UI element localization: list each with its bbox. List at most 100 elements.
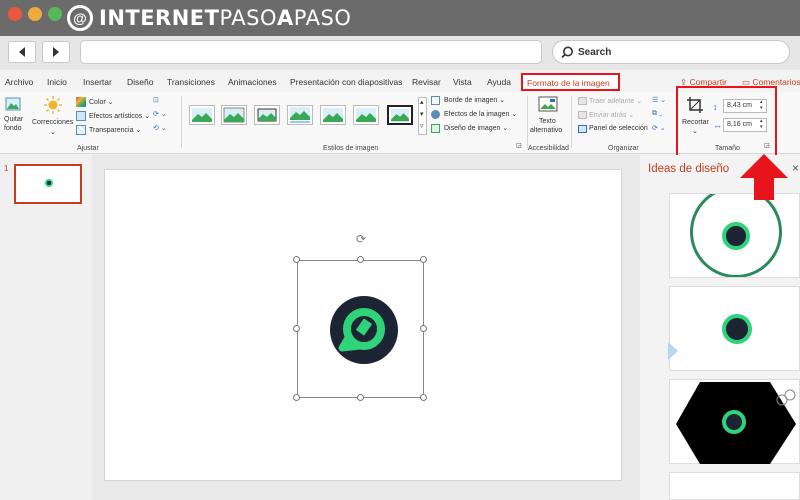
design-ideas-title: Ideas de diseño: [648, 163, 730, 175]
chevron-down-icon: ▾: [420, 111, 424, 118]
artistic-effects-button[interactable]: Efectos artísticos ⌄: [89, 112, 150, 120]
resize-handle[interactable]: [420, 394, 427, 401]
design-idea-1[interactable]: [669, 193, 800, 278]
resize-handle[interactable]: [420, 325, 427, 332]
remove-background-button[interactable]: [5, 96, 21, 112]
picture-layout-label: Diseño de imagen: [444, 125, 501, 132]
picture-style-1[interactable]: [189, 105, 215, 125]
browser-toolbar: Search: [0, 36, 800, 70]
compress-pictures-icon[interactable]: ⊡: [153, 96, 159, 104]
group-label-ajustar: Ajustar: [77, 145, 99, 152]
alt-text-button[interactable]: [538, 96, 558, 114]
picture-style-5[interactable]: [320, 105, 346, 125]
tab-formato-imagen[interactable]: Formato de la imagen: [521, 73, 620, 91]
logo-text-paso: PASO: [219, 6, 278, 30]
picture-effects-label: Efectos de la imagen: [444, 111, 510, 118]
selection-pane-button[interactable]: Panel de selección: [589, 125, 648, 132]
picture-style-4[interactable]: [287, 105, 313, 125]
picture-effects-icon: [431, 110, 440, 119]
tab-diseno[interactable]: Diseño: [127, 77, 153, 87]
slide-canvas[interactable]: ⟳: [104, 169, 622, 481]
design-idea-3[interactable]: [669, 379, 800, 464]
dialog-launcher-icon[interactable]: ◲: [516, 142, 522, 149]
tab-revisar[interactable]: Revisar: [412, 77, 441, 87]
transparency-button[interactable]: Transparencia ⌄: [89, 126, 141, 134]
group-objects-icon[interactable]: ⧉ ⌄: [652, 110, 662, 118]
logo-text-internet: INTERNET: [99, 6, 220, 30]
rotate-handle-icon[interactable]: ⟳: [354, 232, 368, 246]
minimize-window-button[interactable]: [28, 7, 42, 21]
selection-pane-icon: [578, 125, 587, 133]
close-window-button[interactable]: [8, 7, 22, 21]
styles-gallery-scroll[interactable]: ▴ ▾ ▿: [418, 97, 427, 135]
picture-layout-button[interactable]: Diseño de imagen ⌄: [444, 124, 508, 132]
picture-effects-button[interactable]: Efectos de la imagen ⌄: [444, 110, 517, 118]
slide-editor: ⟳: [92, 155, 640, 500]
tab-presentacion[interactable]: Presentación con diapositivas: [290, 77, 402, 87]
tab-inicio[interactable]: Inicio: [47, 77, 67, 87]
resize-handle[interactable]: [357, 394, 364, 401]
idea-logo-icon: [722, 222, 750, 250]
resize-handle[interactable]: [420, 256, 427, 263]
maximize-window-button[interactable]: [48, 7, 62, 21]
send-backward-button[interactable]: Enviar atrás ⌄: [589, 111, 634, 119]
corrections-button[interactable]: [43, 95, 63, 115]
picture-border-label: Borde de imagen: [444, 97, 498, 104]
bring-forward-button[interactable]: Traer adelante ⌄: [589, 97, 642, 105]
highlight-box: [676, 86, 777, 158]
address-bar[interactable]: [80, 40, 542, 64]
arrow-left-icon: [19, 47, 25, 57]
selected-picture[interactable]: [297, 260, 424, 398]
tab-archivo[interactable]: Archivo: [5, 77, 33, 87]
artistic-effects-icon: [76, 111, 86, 121]
resize-handle[interactable]: [293, 394, 300, 401]
rotate-icon[interactable]: ⟳ ⌄: [652, 124, 666, 132]
tab-insertar[interactable]: Insertar: [83, 77, 112, 87]
logo-icon: @: [67, 5, 93, 31]
remove-bg-label-2: fondo: [4, 125, 22, 132]
picture-style-7[interactable]: [387, 105, 413, 125]
picture-style-3[interactable]: [254, 105, 280, 125]
tab-transiciones[interactable]: Transiciones: [167, 77, 215, 87]
tab-animaciones[interactable]: Animaciones: [228, 77, 277, 87]
artistic-label: Efectos artísticos: [89, 113, 143, 120]
triangle-decoration: [668, 342, 678, 360]
resize-handle[interactable]: [293, 325, 300, 332]
picture-style-2[interactable]: [221, 105, 247, 125]
alt-text-label-1: Texto: [539, 118, 556, 125]
color-button[interactable]: Color ⌄: [89, 98, 114, 106]
alt-text-icon: [538, 96, 558, 112]
search-icon: [561, 46, 573, 58]
picture-style-6[interactable]: [353, 105, 379, 125]
remove-bg-label-1: Quitar: [4, 116, 24, 123]
change-picture-icon[interactable]: ⟳ ⌄: [153, 110, 167, 118]
group-estilos: ▴ ▾ ▿ Borde de imagen ⌄ Efectos de la im…: [183, 92, 526, 154]
landscape-icon: [223, 107, 245, 123]
landscape-icon: [290, 107, 310, 123]
picture-border-button[interactable]: Borde de imagen ⌄: [444, 96, 505, 104]
thumbnail-logo-icon: [45, 179, 53, 187]
group-organizar: Traer adelante ⌄ Enviar atrás ⌄ Panel de…: [572, 92, 674, 154]
close-pane-button[interactable]: ×: [792, 161, 799, 175]
reset-picture-icon[interactable]: ⟲ ⌄: [153, 124, 167, 132]
resize-handle[interactable]: [293, 256, 300, 263]
slide-thumbnails-panel: 1: [0, 155, 92, 500]
landscape-icon: [323, 108, 343, 122]
tab-formato-imagen-label: Formato de la imagen: [527, 78, 610, 88]
corrections-label: Correcciones: [32, 119, 74, 126]
send-backward-icon: [578, 111, 587, 119]
align-icon[interactable]: ☰ ⌄: [652, 96, 666, 104]
resize-handle[interactable]: [357, 256, 364, 263]
tab-ayuda[interactable]: Ayuda: [487, 77, 511, 87]
slide-number: 1: [4, 164, 9, 173]
back-button[interactable]: [8, 41, 36, 63]
remove-background-icon: [5, 97, 21, 111]
tab-vista[interactable]: Vista: [453, 77, 472, 87]
design-idea-4[interactable]: [669, 472, 800, 500]
design-idea-2[interactable]: [668, 286, 800, 371]
landscape-icon: [192, 108, 212, 122]
site-logo: @ INTERNETPASOAPASO: [67, 4, 351, 32]
search-input[interactable]: Search: [552, 40, 790, 64]
slide-thumbnail[interactable]: [14, 164, 82, 204]
forward-button[interactable]: [42, 41, 70, 63]
